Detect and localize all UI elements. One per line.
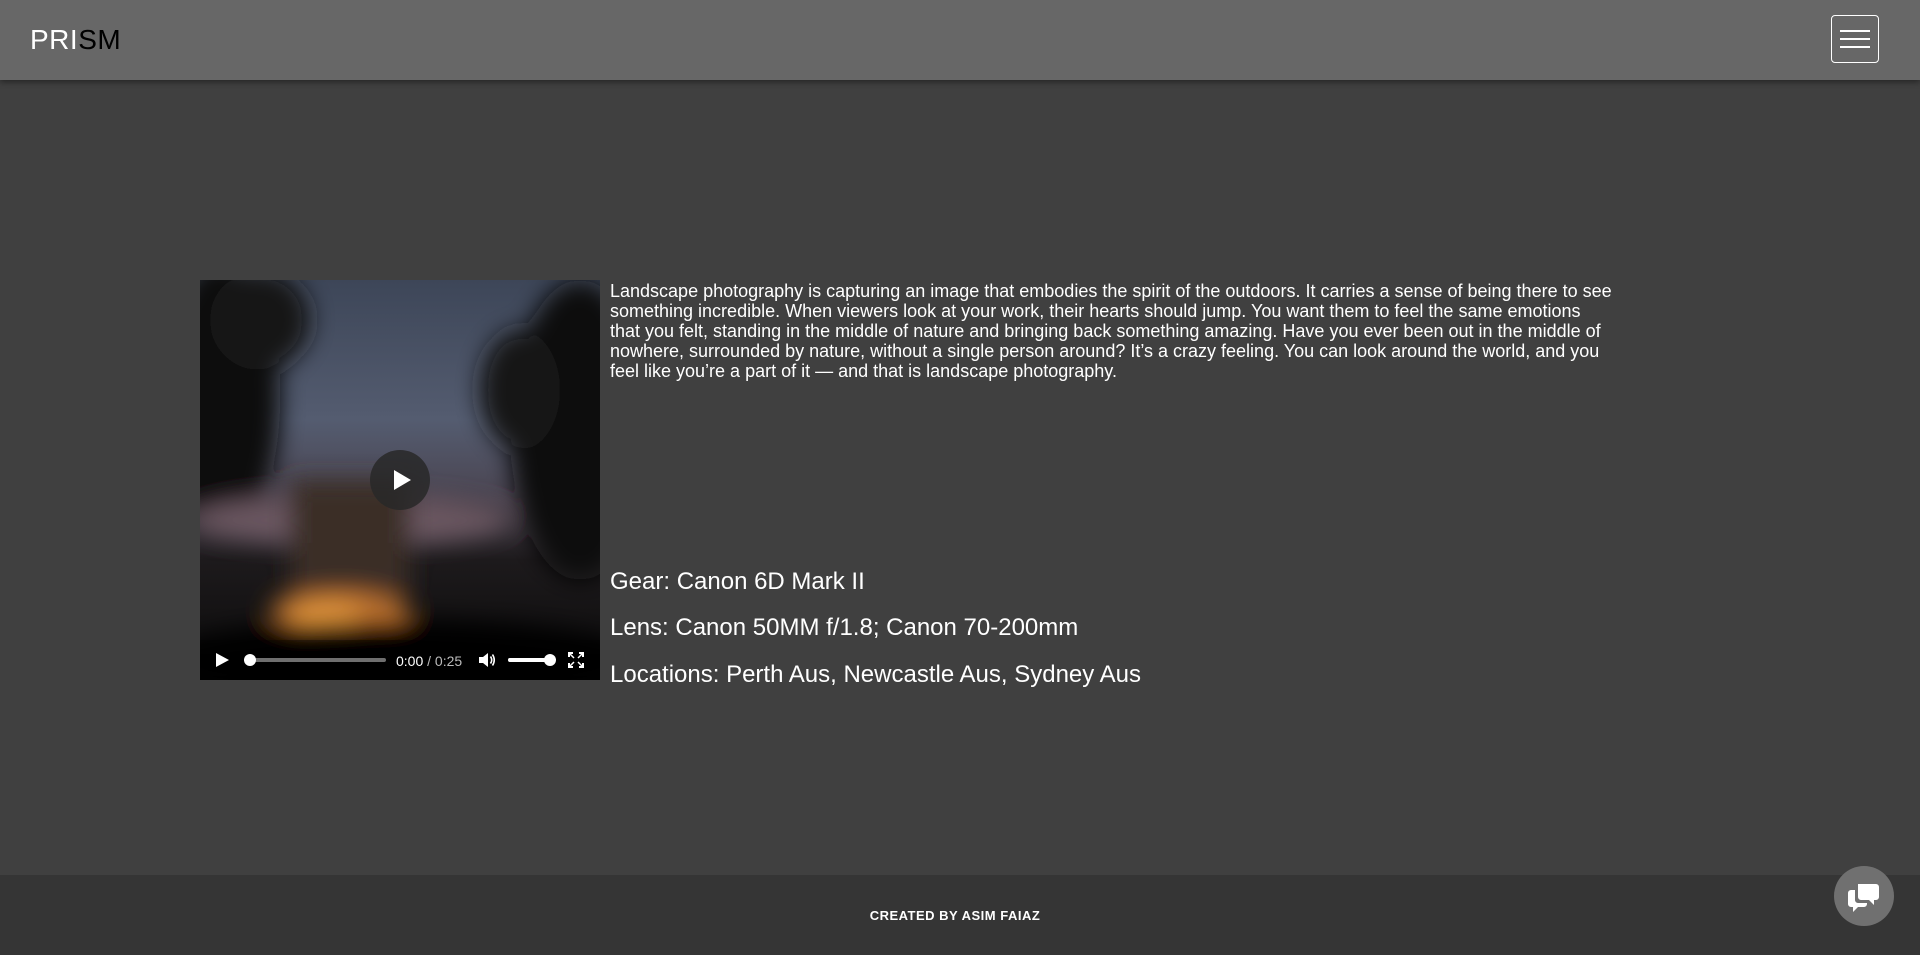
gear-spec: Gear: Canon 6D Mark II bbox=[610, 568, 865, 595]
center-play-button[interactable] bbox=[370, 450, 430, 510]
play-button-icon[interactable] bbox=[214, 652, 230, 668]
current-time: 0:00 bbox=[396, 653, 424, 669]
seek-bar-handle[interactable] bbox=[244, 654, 256, 666]
time-separator: / bbox=[423, 653, 435, 669]
video-player[interactable]: 0:00 / 0:25 bbox=[200, 280, 600, 680]
video-controls-bar: 0:00 / 0:25 bbox=[200, 640, 600, 680]
chat-button[interactable] bbox=[1834, 866, 1894, 926]
lens-spec: Lens: Canon 50MM f/1.8; Canon 70-200mm bbox=[610, 614, 1079, 641]
fullscreen-icon[interactable] bbox=[568, 652, 584, 668]
brand-logo-part-2: SM bbox=[78, 24, 122, 55]
hamburger-menu-icon bbox=[1840, 30, 1870, 32]
chat-bubbles-icon bbox=[1848, 884, 1879, 912]
footer: CREATED BY ASIM FAIAZ bbox=[0, 875, 1920, 955]
brand-logo[interactable]: PRISM bbox=[30, 24, 121, 56]
volume-slider[interactable] bbox=[508, 654, 556, 666]
locations-spec: Locations: Perth Aus, Newcastle Aus, Syd… bbox=[610, 661, 1141, 688]
brand-logo-part-1: PRI bbox=[30, 24, 79, 55]
time-display: 0:00 / 0:25 bbox=[396, 653, 462, 669]
duration: 0:25 bbox=[434, 653, 463, 669]
hamburger-menu-button[interactable] bbox=[1831, 15, 1879, 63]
seek-bar[interactable] bbox=[244, 654, 386, 666]
top-navbar: PRISM bbox=[0, 0, 1920, 80]
description-paragraph: Landscape photography is capturing an im… bbox=[610, 281, 1612, 381]
volume-icon[interactable] bbox=[478, 651, 496, 669]
volume-slider-handle[interactable] bbox=[544, 654, 556, 666]
play-icon bbox=[394, 470, 411, 490]
footer-credit: CREATED BY ASIM FAIAZ bbox=[869, 908, 1041, 923]
